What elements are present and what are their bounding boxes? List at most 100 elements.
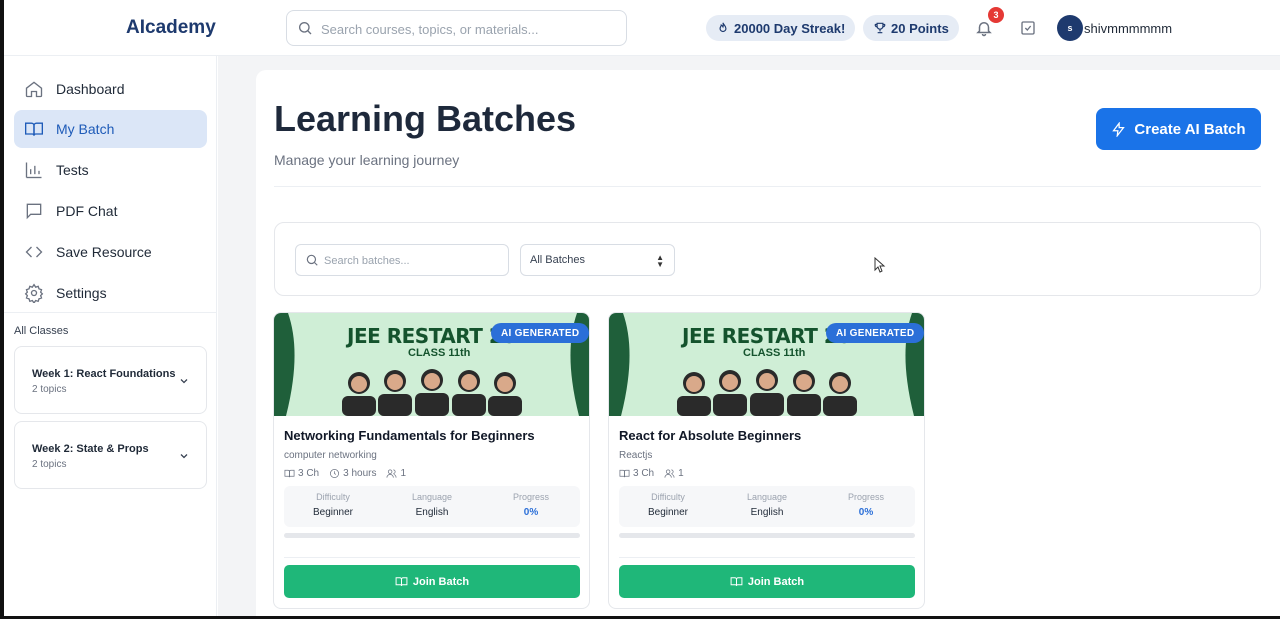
batch-thumbnail: JEE RESTART 202 CLASS 11th AI GENERATED — [274, 313, 589, 416]
stat-language: Language English — [383, 492, 481, 518]
title-divider — [274, 186, 1261, 187]
sidebar-item-my-batch[interactable]: My Batch — [14, 110, 207, 148]
bell-icon[interactable] — [975, 19, 993, 37]
class-topic-count: 2 topics — [32, 459, 67, 470]
sidebar-item-label: Tests — [56, 162, 89, 178]
streak-text: 20000 Day Streak! — [734, 20, 846, 36]
bar-chart-icon — [25, 162, 42, 179]
batch-stats: Difficulty Beginner Language English Pro… — [619, 486, 915, 527]
stat-key: Difficulty — [316, 492, 350, 502]
book-open-icon — [395, 577, 408, 586]
batch-thumbnail: JEE RESTART 202 CLASS 11th AI GENERATED — [609, 313, 924, 416]
top-header: AIcademy 20000 Day Streak! 20 Points 3 s… — [4, 0, 1280, 56]
streak-badge[interactable]: 20000 Day Streak! — [706, 15, 856, 41]
class-card-week-1[interactable]: Week 1: React Foundations 2 topics — [14, 346, 207, 414]
batch-card[interactable]: JEE RESTART 202 CLASS 11th AI GENERATED … — [273, 312, 590, 609]
app-logo[interactable]: AIcademy — [126, 17, 216, 39]
stat-key: Language — [746, 492, 788, 502]
thumbnail-class: CLASS 11th — [743, 347, 806, 359]
stat-value: Beginner — [647, 507, 689, 518]
lightning-icon — [1112, 121, 1126, 137]
points-badge[interactable]: 20 Points — [863, 15, 959, 41]
ai-generated-badge: AI GENERATED — [491, 323, 589, 343]
stat-value: Beginner — [312, 507, 354, 518]
sidebar-item-label: Settings — [56, 285, 107, 301]
sidebar-item-label: My Batch — [56, 121, 115, 137]
users-icon — [664, 469, 675, 478]
mouse-cursor-icon — [874, 257, 886, 273]
sidebar-item-label: Dashboard — [56, 81, 125, 97]
join-batch-button[interactable]: Join Batch — [284, 565, 580, 598]
batch-card[interactable]: JEE RESTART 202 CLASS 11th AI GENERATED … — [608, 312, 925, 609]
select-arrows-icon: ▲ ▼ — [656, 253, 664, 269]
create-ai-batch-label: Create AI Batch — [1134, 120, 1246, 138]
batch-category: Reactjs — [619, 450, 653, 461]
avatar[interactable]: s — [1057, 15, 1083, 41]
content-panel: Learning Batches Manage your learning jo… — [256, 70, 1280, 619]
sidebar-item-save-resource[interactable]: Save Resource — [14, 233, 207, 271]
stat-value: English — [750, 507, 784, 518]
join-batch-button[interactable]: Join Batch — [619, 565, 915, 598]
filter-bar: All Batches ▲▼ — [274, 222, 1261, 296]
sidebar-item-settings[interactable]: Settings — [14, 274, 207, 312]
batch-search-input[interactable] — [324, 251, 502, 271]
stat-difficulty: Difficulty Beginner — [284, 492, 382, 518]
sidebar-divider — [4, 312, 216, 313]
create-ai-batch-button[interactable]: Create AI Batch — [1096, 108, 1261, 150]
book-open-icon — [284, 469, 295, 478]
book-open-icon — [730, 577, 743, 586]
page-subtitle: Manage your learning journey — [274, 152, 460, 168]
main-content: Learning Batches Manage your learning jo… — [218, 56, 1280, 619]
sidebar-item-tests[interactable]: Tests — [14, 151, 207, 189]
search-icon — [306, 254, 318, 266]
batch-title[interactable]: Networking Fundamentals for Beginners — [284, 428, 535, 443]
sidebar-item-label: Save Resource — [56, 244, 152, 260]
batch-search[interactable] — [295, 244, 509, 276]
card-divider — [284, 557, 580, 558]
all-classes-heading: All Classes — [14, 325, 69, 337]
code-icon — [25, 246, 43, 258]
class-card-week-2[interactable]: Week 2: State & Props 2 topics — [14, 421, 207, 489]
global-search-input[interactable] — [321, 17, 616, 41]
check-square-icon[interactable] — [1020, 20, 1036, 36]
card-divider — [619, 557, 915, 558]
ai-generated-badge: AI GENERATED — [826, 323, 924, 343]
users-icon — [387, 469, 397, 478]
batch-meta: 3 Ch 3 hours 1 — [284, 468, 406, 479]
batch-filter-select[interactable]: All Batches ▲ ▼ — [520, 244, 675, 276]
clock-icon — [330, 469, 340, 478]
stat-key: Progress — [512, 492, 549, 502]
stat-key: Progress — [847, 492, 884, 502]
stat-difficulty: Difficulty Beginner — [619, 492, 717, 518]
stat-progress: Progress 0% — [817, 492, 915, 518]
chevron-down-icon[interactable] — [178, 375, 190, 387]
notification-count-badge: 3 — [988, 7, 1004, 23]
global-search[interactable] — [286, 10, 627, 46]
duration: 3 hours — [343, 468, 377, 479]
home-icon — [25, 81, 43, 98]
chapter-count: 3 Ch — [633, 468, 655, 479]
stat-progress: Progress 0% — [482, 492, 580, 518]
join-batch-label: Join Batch — [412, 575, 470, 588]
class-title: Week 1: React Foundations — [32, 368, 176, 380]
member-count: 1 — [678, 468, 684, 479]
progress-bar — [284, 533, 580, 538]
stat-value: English — [415, 507, 449, 518]
chevron-down-icon[interactable] — [178, 450, 190, 462]
sidebar-item-pdf-chat[interactable]: PDF Chat — [14, 192, 207, 230]
class-topic-count: 2 topics — [32, 384, 67, 395]
book-open-icon — [619, 469, 630, 478]
class-title: Week 2: State & Props — [32, 443, 149, 455]
sidebar-item-dashboard[interactable]: Dashboard — [14, 70, 207, 108]
stat-key: Difficulty — [651, 492, 685, 502]
search-icon — [299, 22, 312, 35]
trophy-icon — [874, 22, 886, 34]
batch-title[interactable]: React for Absolute Beginners — [619, 428, 801, 443]
username[interactable]: shivmmmmmm — [1084, 21, 1172, 36]
batch-category: computer networking — [284, 450, 377, 461]
stat-language: Language English — [718, 492, 816, 518]
member-count: 1 — [400, 468, 407, 479]
page-title: Learning Batches — [274, 98, 577, 139]
thumbnail-class: CLASS 11th — [408, 347, 471, 359]
gear-icon — [24, 283, 44, 303]
